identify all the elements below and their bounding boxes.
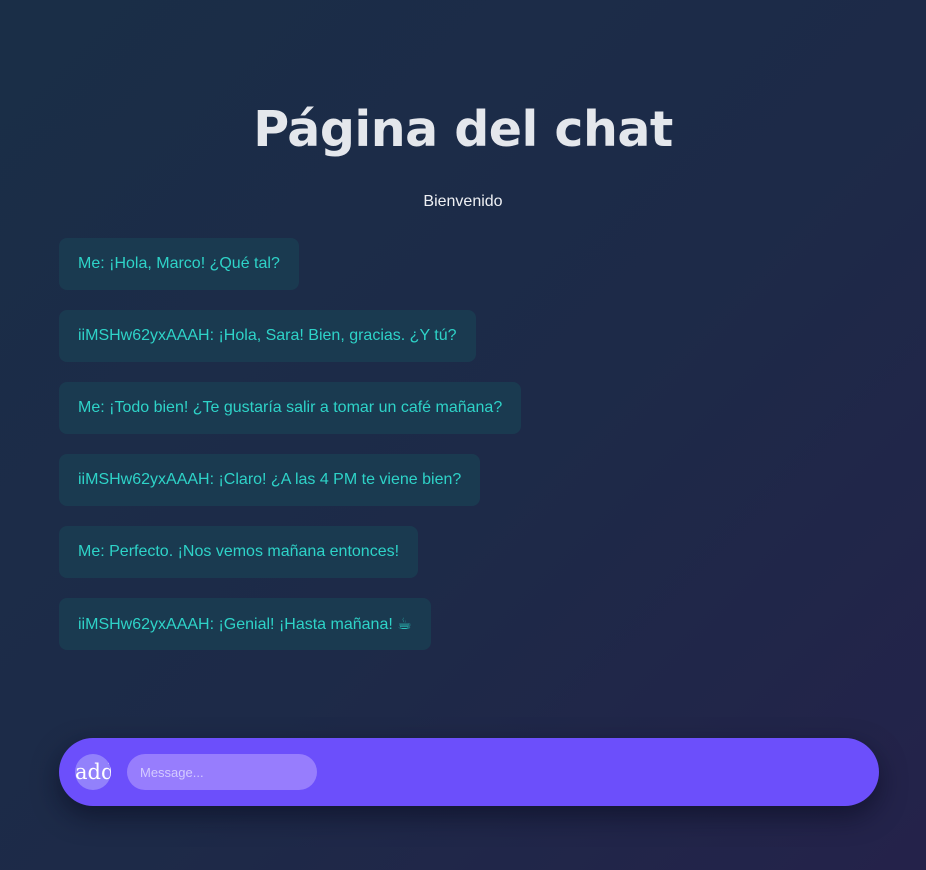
add-button[interactable]: add [75,754,111,790]
message-bubble: Me: ¡Hola, Marco! ¿Qué tal? [59,238,299,290]
message-bubble: Me: Perfecto. ¡Nos vemos mañana entonces… [59,526,419,578]
message-composer: add [59,738,879,806]
page-title: Página del chat [253,101,673,158]
message-bubble: iiMSHw62yxAAAH: ¡Hola, Sara! Bien, graci… [59,310,476,362]
message-list: Me: ¡Hola, Marco! ¿Qué tal? iiMSHw62yxAA… [59,238,522,650]
message-input[interactable] [127,754,317,790]
message-bubble: iiMSHw62yxAAAH: ¡Genial! ¡Hasta mañana! … [59,598,431,650]
message-bubble: iiMSHw62yxAAAH: ¡Claro! ¿A las 4 PM te v… [59,454,481,506]
welcome-text: Bienvenido [423,193,503,210]
message-bubble: Me: ¡Todo bien! ¿Te gustaría salir a tom… [59,382,522,434]
